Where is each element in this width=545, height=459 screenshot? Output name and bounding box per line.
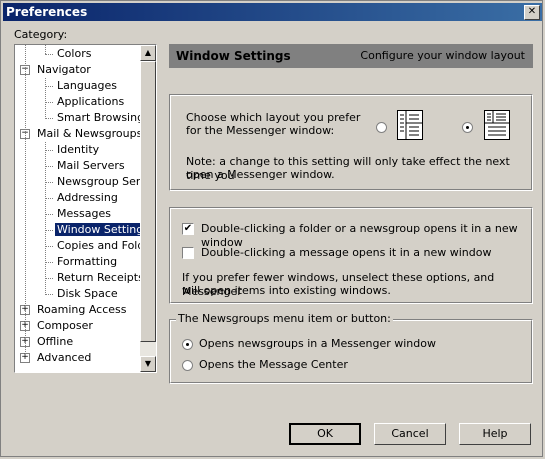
section-title: Window Settings xyxy=(176,49,291,63)
tree-item-label: Formatting xyxy=(57,255,118,268)
folder-newwindow-checkbox[interactable]: ✔ xyxy=(182,223,194,235)
tree-item-label: Mail Servers xyxy=(57,159,125,172)
tree-item[interactable]: Composer xyxy=(35,318,95,334)
tree-connector xyxy=(45,102,53,103)
layout-option-2-radio[interactable] xyxy=(462,122,473,133)
tree-connector xyxy=(45,78,46,119)
preferences-dialog: Preferences ✕ Category: Colors Navigator −… xyxy=(0,0,543,457)
tree-item-label: Copies and Folder xyxy=(57,239,140,252)
tree-item[interactable]: Mail & Newsgroups xyxy=(35,126,140,142)
tree-item[interactable]: Addressing xyxy=(55,190,120,206)
tree-item[interactable]: Identity xyxy=(55,142,101,158)
layout-option-1-radio[interactable] xyxy=(376,122,387,133)
tree-item[interactable]: Smart Browsing xyxy=(55,110,140,126)
tree-item-label: Roaming Access xyxy=(37,303,127,316)
tree-item-label: Mail & Newsgroups xyxy=(37,127,140,140)
tree-item-label: Composer xyxy=(37,319,93,332)
close-button[interactable]: ✕ xyxy=(524,5,540,20)
tree-item[interactable]: Copies and Folder xyxy=(55,238,140,254)
message-center-radio[interactable] xyxy=(182,360,193,371)
tree-connector xyxy=(45,262,53,263)
tree-item-label: Messages xyxy=(57,207,111,220)
doubleclick-hint-line2: will open items into existing windows. xyxy=(182,284,391,297)
tree-item[interactable]: Offline xyxy=(35,334,75,350)
tree-connector xyxy=(45,54,53,55)
newsgroups-messenger-label[interactable]: Opens newsgroups in a Messenger window xyxy=(199,337,436,351)
scroll-down-button[interactable]: ▼ xyxy=(140,356,156,372)
tree-connector xyxy=(45,294,53,295)
tree-list: Colors Navigator − Languages Applications Sma… xyxy=(15,45,140,372)
tree-item-label: Newsgroup Serve xyxy=(57,175,140,188)
category-tree[interactable]: Colors Navigator − Languages Applications Sma… xyxy=(14,44,157,373)
layout-panel: Choose which layout you prefer for the M… xyxy=(169,94,533,191)
tree-item-label: Advanced xyxy=(37,351,92,364)
tree-item-label: Navigator xyxy=(37,63,91,76)
tree-item[interactable]: Newsgroup Serve xyxy=(55,174,140,190)
tree-item[interactable]: Navigator xyxy=(35,62,93,78)
newsgroups-groupbox: The Newsgroups menu item or button: Open… xyxy=(169,312,533,384)
section-description: Configure your window layout xyxy=(360,49,525,62)
tree-item-label: Applications xyxy=(57,95,125,108)
tree-item[interactable]: Return Receipts xyxy=(55,270,140,286)
layout-prompt-line1: Choose which layout you prefer xyxy=(186,111,361,124)
scroll-thumb[interactable] xyxy=(140,61,156,342)
layout-1-icon[interactable] xyxy=(397,110,423,140)
tree-item-label: Addressing xyxy=(57,191,118,204)
tree-scrollbar[interactable]: ▲ ▼ xyxy=(140,45,156,372)
doubleclick-panel: ✔ Double-clicking a folder or a newsgrou… xyxy=(169,207,533,304)
tree-connector xyxy=(45,142,46,295)
tree-item[interactable]: Mail Servers xyxy=(55,158,127,174)
tree-item[interactable]: Disk Space xyxy=(55,286,120,302)
message-newwindow-label[interactable]: Double-clicking a message opens it in a … xyxy=(201,246,491,260)
tree-item[interactable]: Advanced xyxy=(35,350,93,366)
title-bar[interactable]: Preferences ✕ xyxy=(3,3,542,21)
tree-item-label: Window Settings xyxy=(54,222,140,237)
tree-connector xyxy=(25,45,26,354)
scroll-up-button[interactable]: ▲ xyxy=(140,45,156,61)
tree-item[interactable]: Roaming Access xyxy=(35,302,129,318)
tree-item[interactable]: Languages xyxy=(55,78,119,94)
layout-prompt-line2: for the Messenger window: xyxy=(186,124,335,137)
ok-button[interactable]: OK xyxy=(289,423,361,445)
window-title: Preferences xyxy=(6,5,88,19)
tree-item[interactable]: Messages xyxy=(55,206,113,222)
tree-item[interactable]: Formatting xyxy=(55,254,119,270)
tree-item-label: Return Receipts xyxy=(57,271,140,284)
tree-connector xyxy=(45,214,53,215)
tree-item[interactable]: Window Settings xyxy=(54,222,140,238)
message-newwindow-checkbox[interactable] xyxy=(182,247,194,259)
newsgroups-group-label: The Newsgroups menu item or button: xyxy=(176,312,393,325)
tree-item[interactable]: Applications xyxy=(55,94,126,110)
layout-note-line2: open a Messenger window. xyxy=(186,168,335,181)
tree-item[interactable]: Colors xyxy=(55,46,93,62)
tree-connector xyxy=(45,150,53,151)
section-header: Window Settings Configure your window la… xyxy=(169,44,533,68)
tree-item-label: Smart Browsing xyxy=(57,111,140,124)
tree-connector xyxy=(45,230,53,231)
expand-icon[interactable]: + xyxy=(20,353,30,363)
newsgroups-messenger-radio[interactable] xyxy=(182,339,193,350)
layout-2-icon[interactable] xyxy=(484,110,510,140)
tree-item-label: Disk Space xyxy=(57,287,118,300)
tree-connector xyxy=(45,45,46,54)
tree-connector xyxy=(45,118,53,119)
cancel-button[interactable]: Cancel xyxy=(374,423,446,445)
category-label: Category: xyxy=(14,28,68,41)
tree-connector xyxy=(45,246,53,247)
tree-connector xyxy=(45,86,53,87)
tree-connector xyxy=(45,182,53,183)
tree-item-label: Identity xyxy=(57,143,100,156)
tree-item-label: Colors xyxy=(57,47,92,60)
tree-connector xyxy=(45,198,53,199)
tree-item-label: Offline xyxy=(37,335,74,348)
message-center-label[interactable]: Opens the Message Center xyxy=(199,358,348,372)
tree-connector xyxy=(45,166,53,167)
tree-item-label: Languages xyxy=(57,79,118,92)
help-button[interactable]: Help xyxy=(459,423,531,445)
tree-connector xyxy=(45,278,53,279)
